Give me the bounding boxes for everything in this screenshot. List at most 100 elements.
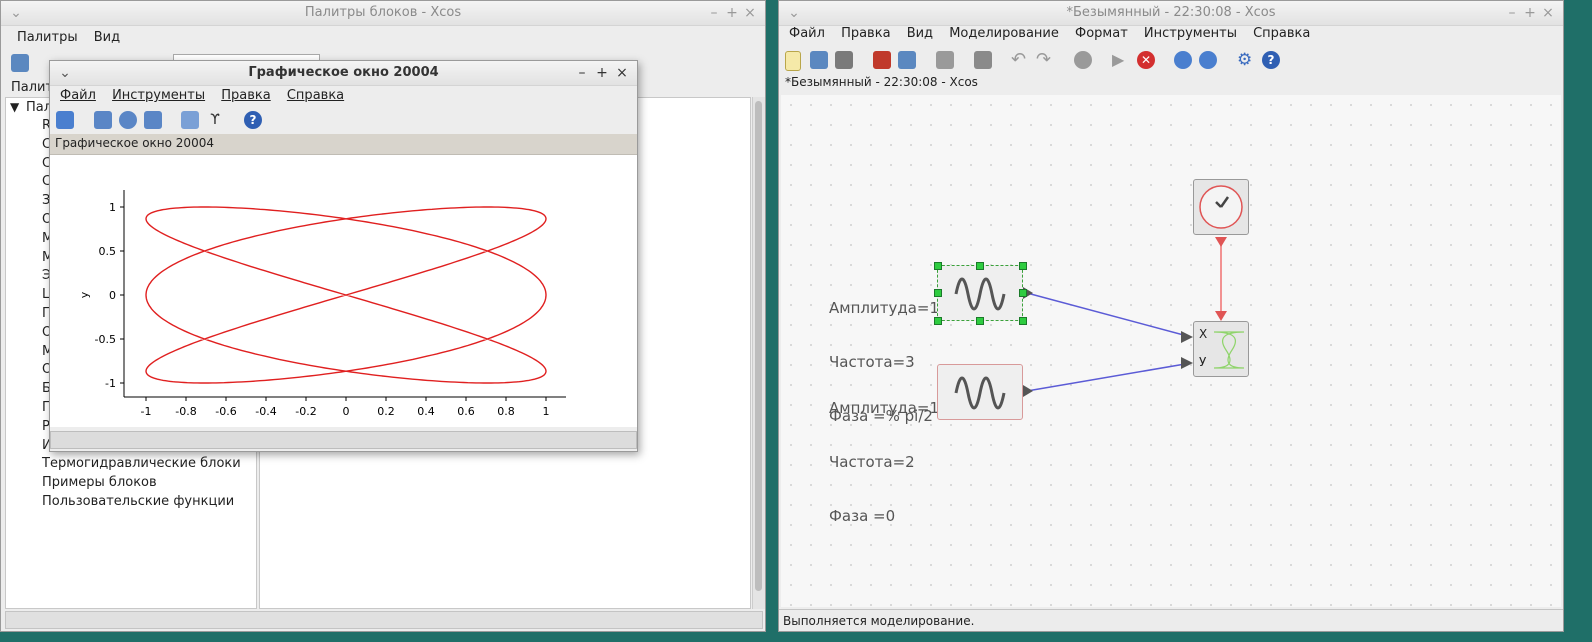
undo-icon[interactable]: ↶ bbox=[1011, 51, 1029, 69]
menu-simulation[interactable]: Моделирование bbox=[943, 22, 1065, 46]
xcos-menubar: Файл Правка Вид Моделирование Формат Инс… bbox=[783, 22, 1563, 46]
new-file-icon[interactable] bbox=[785, 51, 801, 71]
xcos-toolbar: ↶ ↷ ▶ ✕ ⚙ ? bbox=[779, 46, 1563, 74]
print-icon[interactable] bbox=[974, 51, 992, 69]
menu-view[interactable]: Вид bbox=[88, 26, 126, 50]
graphic-menubar: Файл Инструменты Правка Справка bbox=[54, 84, 637, 108]
redo-icon[interactable]: ↷ bbox=[1036, 51, 1054, 69]
stop-simulation-icon[interactable]: ✕ bbox=[1137, 51, 1155, 69]
xcos-tab-label[interactable]: *Безымянный - 22:30:08 - Xcos bbox=[785, 75, 978, 89]
save-as-icon[interactable] bbox=[898, 51, 916, 69]
x-tick-label: -0.6 bbox=[215, 405, 236, 418]
resize-handle[interactable] bbox=[934, 262, 942, 270]
plot-area[interactable]: -1 -0.8 -0.6 -0.4 -0.2 0 0.2 0.4 0.6 0.8 1 1 0.5 0 -0.… bbox=[50, 155, 637, 427]
graphic-maximize-icon[interactable]: + bbox=[593, 61, 611, 85]
tree-item-examples[interactable]: Примеры блоков bbox=[42, 475, 157, 490]
start-simulation-icon[interactable]: ▶ bbox=[1112, 51, 1130, 69]
resize-handle[interactable] bbox=[934, 317, 942, 325]
lissajous-icon bbox=[1213, 331, 1245, 369]
y-tick-label: -0.5 bbox=[95, 333, 116, 346]
link-arrow-clock bbox=[1215, 237, 1227, 247]
tree-item-user-functions[interactable]: Пользовательские функции bbox=[42, 494, 234, 509]
zoom-area-icon[interactable] bbox=[94, 111, 112, 129]
menu-palettes[interactable]: Палитры bbox=[11, 26, 84, 50]
sine1-amplitude: Амплитуда=1 bbox=[829, 299, 940, 317]
palette-scroll-thumb[interactable] bbox=[755, 101, 762, 591]
y-tick-label: 1 bbox=[109, 201, 116, 214]
menu-edit[interactable]: Правка bbox=[215, 84, 276, 108]
graphic-menu-button[interactable]: ⌄ bbox=[56, 61, 74, 85]
x-tick-label: -0.4 bbox=[255, 405, 276, 418]
plot-svg[interactable]: -1 -0.8 -0.6 -0.4 -0.2 0 0.2 0.4 0.6 0.8 1 1 0.5 0 -0.… bbox=[50, 155, 637, 427]
menu-tools[interactable]: Инструменты bbox=[1138, 22, 1243, 46]
resize-handle[interactable] bbox=[1019, 289, 1027, 297]
menu-tools[interactable]: Инструменты bbox=[106, 84, 211, 108]
resize-handle[interactable] bbox=[1019, 262, 1027, 270]
datatip-icon[interactable] bbox=[181, 111, 199, 129]
resize-handle[interactable] bbox=[976, 262, 984, 270]
palette-scrollbar[interactable] bbox=[752, 97, 765, 609]
clock-icon bbox=[1199, 185, 1243, 229]
sine-block-1[interactable] bbox=[937, 265, 1023, 321]
palette-close-icon[interactable]: × bbox=[741, 1, 759, 25]
graphic-close-icon[interactable]: × bbox=[613, 61, 631, 85]
link-sine2-to-y bbox=[1026, 362, 1192, 392]
sine-block-2[interactable] bbox=[937, 364, 1023, 420]
zoom-out-icon[interactable] bbox=[1199, 51, 1217, 69]
tree-expand-icon[interactable]: ▼ bbox=[10, 100, 19, 114]
x-tick-label: -0.8 bbox=[175, 405, 196, 418]
help-icon[interactable]: ? bbox=[244, 111, 262, 129]
open-file-icon[interactable] bbox=[835, 51, 853, 69]
status-text: Выполняется моделирование. bbox=[783, 614, 975, 628]
zoom-out-icon[interactable] bbox=[144, 111, 162, 129]
open-folder-icon[interactable] bbox=[810, 51, 828, 69]
clock-block[interactable] bbox=[1193, 179, 1249, 235]
zoom-fit-icon[interactable] bbox=[1074, 51, 1092, 69]
menu-format[interactable]: Формат bbox=[1069, 22, 1134, 46]
datatip-editor-icon[interactable]: ϒ bbox=[206, 111, 224, 129]
x-tick-label: 0.2 bbox=[377, 405, 395, 418]
zoom-in-icon[interactable] bbox=[1174, 51, 1192, 69]
menu-help[interactable]: Справка bbox=[1247, 22, 1316, 46]
graphic-label-bar: Графическое окно 20004 bbox=[50, 134, 637, 155]
tree-item-thermohydraulic[interactable]: Термогидравлические блоки bbox=[42, 456, 241, 471]
sine2-params: Амплитуда=1 Частота=2 Фаза =0 bbox=[829, 363, 939, 561]
rotate-icon[interactable] bbox=[56, 111, 74, 129]
palette-minimize-icon[interactable]: – bbox=[705, 1, 723, 25]
x-tick-label: 1 bbox=[543, 405, 550, 418]
open-folder-icon[interactable] bbox=[11, 54, 29, 72]
x-tick-label: 0 bbox=[343, 405, 350, 418]
y-tick-label: 0 bbox=[109, 289, 116, 302]
cscopxy-block[interactable]: X У bbox=[1193, 321, 1249, 377]
resize-handle[interactable] bbox=[1019, 317, 1027, 325]
x-tick-label: 0.4 bbox=[417, 405, 435, 418]
sine2-amplitude: Амплитуда=1 bbox=[829, 399, 940, 417]
menu-file[interactable]: Файл bbox=[54, 84, 102, 108]
axis-ticks bbox=[120, 206, 547, 401]
sine-wave-icon bbox=[954, 277, 1006, 311]
menu-help[interactable]: Справка bbox=[281, 84, 350, 108]
graphic-minimize-icon[interactable]: – bbox=[573, 61, 591, 85]
settings-gear-icon[interactable]: ⚙ bbox=[1237, 51, 1255, 69]
export-icon[interactable] bbox=[936, 51, 954, 69]
sine-wave-icon bbox=[954, 376, 1006, 410]
menu-file[interactable]: Файл bbox=[783, 22, 831, 46]
zoom-reset-icon[interactable] bbox=[119, 111, 137, 129]
x-tick-label: 0.6 bbox=[457, 405, 475, 418]
diagram-canvas[interactable]: Амплитуда=1 Частота=3 Фаза =% pi/2 Ампли… bbox=[781, 95, 1561, 607]
sine2-frequency: Частота=2 bbox=[829, 453, 915, 471]
link-sine1-to-x bbox=[1026, 292, 1192, 338]
help-icon[interactable]: ? bbox=[1262, 51, 1280, 69]
palette-hscrollbar[interactable] bbox=[5, 611, 763, 629]
palette-maximize-icon[interactable]: + bbox=[723, 1, 741, 25]
graphic-window-title: Графическое окно 20004 bbox=[50, 61, 637, 86]
y-tick-label: 0.5 bbox=[99, 245, 117, 258]
menu-edit[interactable]: Правка bbox=[835, 22, 896, 46]
resize-handle[interactable] bbox=[976, 317, 984, 325]
palette-menubar: Палитры Вид bbox=[11, 26, 765, 50]
resize-handle[interactable] bbox=[934, 289, 942, 297]
menu-view[interactable]: Вид bbox=[901, 22, 939, 46]
graphic-label: Графическое окно 20004 bbox=[55, 136, 214, 150]
save-icon[interactable] bbox=[873, 51, 891, 69]
palette-minimize-button[interactable]: ⌄ bbox=[7, 1, 25, 25]
